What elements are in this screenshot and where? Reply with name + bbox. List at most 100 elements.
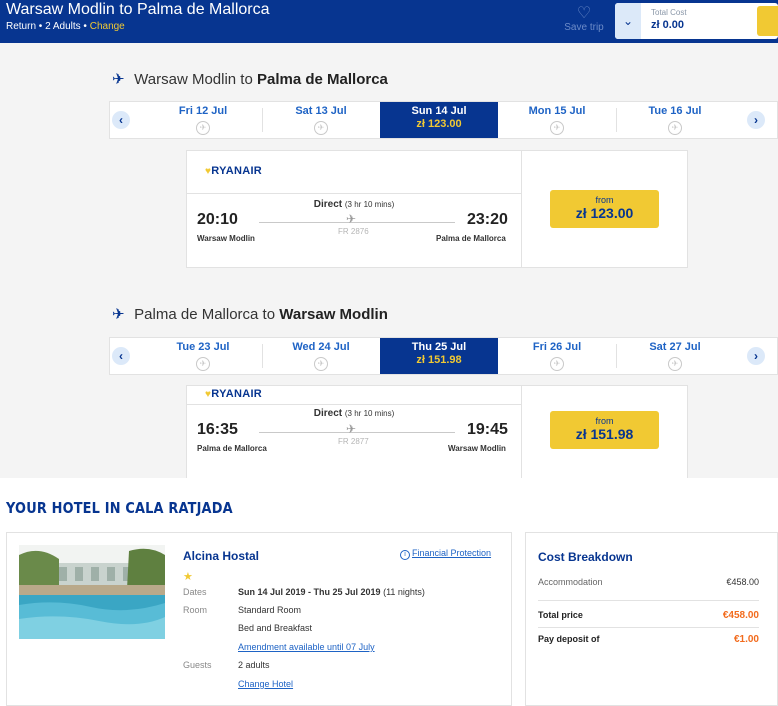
- flight-duration: Direct (3 hr 10 mins): [313, 199, 395, 210]
- departure-time: 16:35: [197, 421, 238, 438]
- outbound-date-selector: ‹ Fri 12 Jul ✈ Sat 13 Jul ✈ Sun 14 Jul z…: [109, 101, 778, 139]
- flight-duration: Direct (3 hr 10 mins): [313, 408, 395, 419]
- departure-airport: Warsaw Modlin: [197, 234, 255, 243]
- next-dates-button[interactable]: ›: [747, 111, 765, 129]
- date-option[interactable]: Fri 26 Jul ✈: [498, 338, 616, 374]
- date-label: Tue 16 Jul: [648, 105, 702, 117]
- hotel-name[interactable]: Alcina Hostal: [183, 549, 259, 563]
- date-option[interactable]: Fri 12 Jul ✈: [144, 102, 262, 138]
- date-price: zł 151.98: [416, 354, 462, 366]
- hotel-section-heading: YOUR HOTEL IN CALA RATJADA: [6, 499, 233, 517]
- flight-number: FR 2876: [338, 227, 369, 236]
- flights-section: ✈ Warsaw Modlin to Palma de Mallorca ‹ F…: [0, 43, 778, 478]
- arrival-airport: Palma de Mallorca: [436, 234, 506, 243]
- price-from-label: from: [595, 195, 614, 205]
- inbound-route-origin: Palma de Mallorca to: [134, 306, 280, 323]
- save-trip-button[interactable]: ♡ Save trip: [560, 5, 608, 34]
- deposit-label: Pay deposit of: [538, 634, 600, 644]
- date-label: Sat 27 Jul: [649, 341, 701, 353]
- date-option[interactable]: Tue 16 Jul ✈: [616, 102, 734, 138]
- dates-value: Sun 14 Jul 2019 - Thu 25 Jul 2019 (11 ni…: [238, 587, 425, 597]
- date-label: Fri 12 Jul: [178, 105, 228, 117]
- board-value: Bed and Breakfast: [238, 623, 313, 633]
- financial-protection-link[interactable]: i Financial Protection: [400, 548, 491, 560]
- date-label: Tue 23 Jul: [176, 341, 230, 353]
- plane-icon: ✈: [346, 212, 357, 226]
- continue-button[interactable]: [757, 6, 778, 36]
- total-cost-value: zł 0.00: [651, 19, 685, 31]
- plane-icon: ✈: [346, 422, 357, 436]
- date-option[interactable]: Sat 27 Jul ✈: [616, 338, 734, 374]
- total-cost-label: Total Cost: [651, 8, 687, 17]
- outbound-route-destination: Palma de Mallorca: [256, 71, 388, 88]
- room-label: Room: [183, 605, 208, 615]
- heart-icon: ♡: [576, 5, 592, 22]
- outbound-flight-card[interactable]: ♥RYANAIR Direct (3 hr 10 mins) 20:10 ✈ F…: [186, 150, 688, 268]
- flight-number: FR 2877: [338, 437, 369, 446]
- amendment-link[interactable]: Amendment available until 07 July: [238, 642, 375, 652]
- accommodation-label: Accommodation: [538, 577, 603, 587]
- prev-dates-button[interactable]: ‹: [112, 111, 130, 129]
- date-label: Mon 15 Jul: [528, 105, 586, 117]
- airline-logo: ♥RYANAIR: [205, 165, 263, 177]
- no-flight-icon: ✈: [196, 121, 210, 135]
- date-price: zł 123.00: [416, 118, 462, 130]
- page-title: Warsaw Modlin to Palma de Mallorca: [6, 1, 270, 18]
- date-label: Sat 13 Jul: [295, 105, 347, 117]
- outbound-route-origin: Warsaw Modlin to: [134, 71, 257, 88]
- plane-arrival-icon: ✈: [112, 306, 125, 323]
- no-flight-icon: ✈: [196, 357, 210, 371]
- arrival-time: 23:20: [467, 211, 508, 228]
- no-flight-icon: ✈: [550, 357, 564, 371]
- date-option[interactable]: Tue 23 Jul ✈: [144, 338, 262, 374]
- inbound-flight-card[interactable]: ♥RYANAIR Direct (3 hr 10 mins) 16:35 ✈ F…: [186, 385, 688, 478]
- no-flight-icon: ✈: [314, 121, 328, 135]
- date-label: Thu 25 Jul: [411, 341, 467, 353]
- date-label: Wed 24 Jul: [292, 341, 350, 353]
- save-trip-label: Save trip: [564, 22, 604, 33]
- guests-value: 2 adults: [238, 660, 270, 670]
- plane-departure-icon: ✈: [112, 71, 125, 88]
- inbound-route-title: ✈ Palma de Mallorca to Warsaw Modlin: [112, 305, 388, 323]
- select-inbound-price-button[interactable]: from zł 151.98: [550, 411, 659, 449]
- total-price-label: Total price: [538, 610, 583, 620]
- date-option[interactable]: Wed 24 Jul ✈: [262, 338, 380, 374]
- total-cost-panel[interactable]: ⌄ Total Cost zł 0.00: [615, 3, 778, 39]
- room-value: Standard Room: [238, 605, 302, 615]
- date-option-selected[interactable]: Thu 25 Jul zł 151.98: [380, 338, 498, 374]
- accommodation-value: €458.00: [726, 577, 759, 587]
- date-option[interactable]: Sat 13 Jul ✈: [262, 102, 380, 138]
- date-label: Sun 14 Jul: [411, 105, 467, 117]
- date-label: Fri 26 Jul: [532, 341, 582, 353]
- hotel-card: Alcina Hostal i Financial Protection ★ Da…: [6, 532, 512, 706]
- inbound-date-selector: ‹ Tue 23 Jul ✈ Wed 24 Jul ✈ Thu 25 Jul z…: [109, 337, 778, 375]
- departure-airport: Palma de Mallorca: [197, 444, 267, 453]
- inbound-route-destination: Warsaw Modlin: [279, 306, 388, 323]
- star-rating-icon: ★: [183, 571, 193, 583]
- no-flight-icon: ✈: [314, 357, 328, 371]
- price-from-label: from: [595, 416, 614, 426]
- no-flight-icon: ✈: [668, 121, 682, 135]
- date-option-selected[interactable]: Sun 14 Jul zł 123.00: [380, 102, 498, 138]
- chevron-down-icon[interactable]: ⌄: [615, 3, 641, 39]
- no-flight-icon: ✈: [550, 121, 564, 135]
- header-bar: Warsaw Modlin to Palma de Mallorca Retur…: [0, 0, 778, 43]
- outbound-route-title: ✈ Warsaw Modlin to Palma de Mallorca: [112, 70, 388, 88]
- total-price-value: €458.00: [722, 610, 759, 621]
- select-outbound-price-button[interactable]: from zł 123.00: [550, 190, 659, 228]
- price-value: zł 123.00: [575, 205, 634, 221]
- change-hotel-link[interactable]: Change Hotel: [238, 679, 293, 689]
- info-icon: i: [400, 550, 410, 560]
- departure-time: 20:10: [197, 211, 238, 228]
- cost-breakdown-card: Cost Breakdown Accommodation €458.00 Tot…: [525, 532, 778, 706]
- cost-breakdown-title: Cost Breakdown: [538, 550, 633, 564]
- hotel-photo[interactable]: [19, 545, 165, 639]
- arrival-time: 19:45: [467, 421, 508, 438]
- prev-dates-button[interactable]: ‹: [112, 347, 130, 365]
- next-dates-button[interactable]: ›: [747, 347, 765, 365]
- guests-label: Guests: [183, 660, 212, 670]
- date-option[interactable]: Mon 15 Jul ✈: [498, 102, 616, 138]
- trip-summary: Return • 2 Adults • Change: [6, 21, 125, 32]
- change-search-link[interactable]: Change: [90, 21, 125, 32]
- trip-details: Return • 2 Adults •: [6, 21, 90, 32]
